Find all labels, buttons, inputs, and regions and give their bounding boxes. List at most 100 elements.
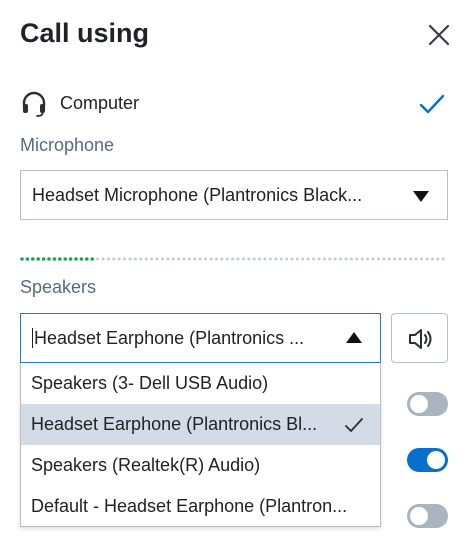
level-dot-inactive bbox=[306, 257, 310, 261]
level-dot-inactive bbox=[393, 257, 397, 261]
level-dot-inactive bbox=[382, 257, 386, 261]
level-dot-inactive bbox=[290, 257, 294, 261]
level-dot-inactive bbox=[198, 257, 202, 261]
level-dot-active bbox=[31, 257, 35, 261]
level-dot-inactive bbox=[155, 257, 159, 261]
level-dot-inactive bbox=[295, 257, 299, 261]
level-dot-inactive bbox=[171, 257, 175, 261]
level-dot-active bbox=[20, 257, 24, 261]
call-using-dialog: Call using Computer Microphone Headset M… bbox=[0, 0, 474, 540]
level-dot-inactive bbox=[360, 257, 364, 261]
level-dot-inactive bbox=[241, 257, 245, 261]
speakers-dropdown-list: Speakers (3- Dell USB Audio) Headset Ear… bbox=[20, 363, 381, 527]
level-dot-inactive bbox=[366, 257, 370, 261]
level-dot-inactive bbox=[252, 257, 256, 261]
speaker-option[interactable]: Headset Earphone (Plantronics Bl... bbox=[21, 404, 380, 445]
level-dot-inactive bbox=[106, 257, 110, 261]
microphone-level-meter bbox=[20, 257, 445, 261]
toggle-knob bbox=[427, 451, 445, 469]
level-dot-inactive bbox=[112, 257, 116, 261]
level-dot-inactive bbox=[214, 257, 218, 261]
level-dot-inactive bbox=[441, 257, 445, 261]
level-dot-inactive bbox=[225, 257, 229, 261]
level-dot-inactive bbox=[333, 257, 337, 261]
level-dot-inactive bbox=[339, 257, 343, 261]
level-dot-active bbox=[25, 257, 30, 261]
checkmark-icon bbox=[345, 418, 363, 432]
test-speaker-button[interactable] bbox=[391, 313, 448, 363]
level-dot-inactive bbox=[268, 257, 272, 261]
triangle-down-icon bbox=[413, 191, 429, 202]
level-dot-inactive bbox=[371, 257, 375, 261]
level-dot-inactive bbox=[387, 257, 391, 261]
level-dot-active bbox=[41, 257, 46, 261]
level-dot-active bbox=[74, 257, 78, 261]
close-icon bbox=[428, 24, 450, 46]
level-dot-inactive bbox=[144, 257, 148, 261]
level-dot-inactive bbox=[231, 257, 235, 261]
level-dot-inactive bbox=[344, 257, 348, 261]
dialog-title: Call using bbox=[20, 18, 150, 48]
level-dot-inactive bbox=[409, 257, 413, 261]
level-dot-inactive bbox=[430, 257, 434, 261]
level-dot-inactive bbox=[258, 257, 262, 261]
speakers-section-label: Speakers bbox=[20, 277, 97, 297]
level-dot-inactive bbox=[150, 257, 154, 261]
level-dot-inactive bbox=[182, 257, 186, 261]
microphone-select[interactable]: Headset Microphone (Plantronics Black... bbox=[20, 170, 448, 220]
text-caret bbox=[32, 328, 33, 348]
speaker-option[interactable]: Speakers (3- Dell USB Audio) bbox=[21, 363, 380, 404]
level-dot-inactive bbox=[274, 257, 278, 261]
level-dot-inactive bbox=[355, 257, 359, 261]
toggle-knob bbox=[410, 507, 428, 525]
level-dot-active bbox=[52, 257, 57, 261]
level-dot-inactive bbox=[117, 257, 121, 261]
microphone-selected-value: Headset Microphone (Plantronics Black... bbox=[32, 185, 363, 205]
speaker-option[interactable]: Speakers (Realtek(R) Audio) bbox=[21, 445, 380, 486]
level-dot-inactive bbox=[177, 257, 181, 261]
speakers-select[interactable]: Headset Earphone (Plantronics ... bbox=[20, 313, 381, 363]
level-dot-active bbox=[36, 257, 40, 261]
level-dot-active bbox=[85, 257, 89, 261]
level-dot-inactive bbox=[414, 257, 418, 261]
level-dot-inactive bbox=[209, 257, 213, 261]
level-dot-inactive bbox=[220, 257, 224, 261]
level-dot-inactive bbox=[328, 257, 332, 261]
level-dot-active bbox=[58, 257, 62, 261]
level-dot-inactive bbox=[425, 257, 429, 261]
level-dot-inactive bbox=[285, 257, 289, 261]
level-dot-active bbox=[63, 257, 67, 261]
level-dot-inactive bbox=[301, 257, 305, 261]
level-dot-inactive bbox=[317, 257, 321, 261]
level-dot-inactive bbox=[204, 257, 208, 261]
toggle-switch-1[interactable] bbox=[407, 392, 448, 416]
level-dot-inactive bbox=[133, 257, 137, 261]
level-dot-inactive bbox=[139, 257, 143, 261]
level-dot-inactive bbox=[247, 257, 251, 261]
level-dot-active bbox=[90, 257, 94, 261]
level-dot-inactive bbox=[436, 257, 440, 261]
level-dot-inactive bbox=[160, 257, 164, 261]
headset-icon bbox=[20, 90, 48, 118]
speakers-selected-value: Headset Earphone (Plantronics ... bbox=[34, 328, 305, 348]
computer-option-label[interactable]: Computer bbox=[60, 93, 139, 114]
checkmark-icon bbox=[418, 92, 446, 116]
level-dot-inactive bbox=[398, 257, 402, 261]
toggle-switch-2[interactable] bbox=[407, 448, 448, 472]
toggle-switch-3[interactable] bbox=[407, 504, 448, 528]
level-dot-inactive bbox=[279, 257, 283, 261]
level-dot-active bbox=[79, 257, 84, 261]
level-dot-inactive bbox=[312, 257, 316, 261]
speaker-option[interactable]: Default - Headset Earphone (Plantron... bbox=[21, 486, 380, 527]
level-dot-inactive bbox=[166, 257, 170, 261]
level-dot-inactive bbox=[96, 257, 100, 261]
toggle-knob bbox=[410, 395, 428, 413]
microphone-section-label: Microphone bbox=[20, 135, 115, 155]
level-dot-active bbox=[47, 257, 51, 261]
close-button[interactable] bbox=[424, 20, 454, 50]
level-dot-inactive bbox=[349, 257, 353, 261]
level-dot-inactive bbox=[193, 257, 197, 261]
triangle-up-icon bbox=[346, 332, 362, 343]
level-dot-inactive bbox=[376, 257, 380, 261]
level-dot-inactive bbox=[322, 257, 326, 261]
